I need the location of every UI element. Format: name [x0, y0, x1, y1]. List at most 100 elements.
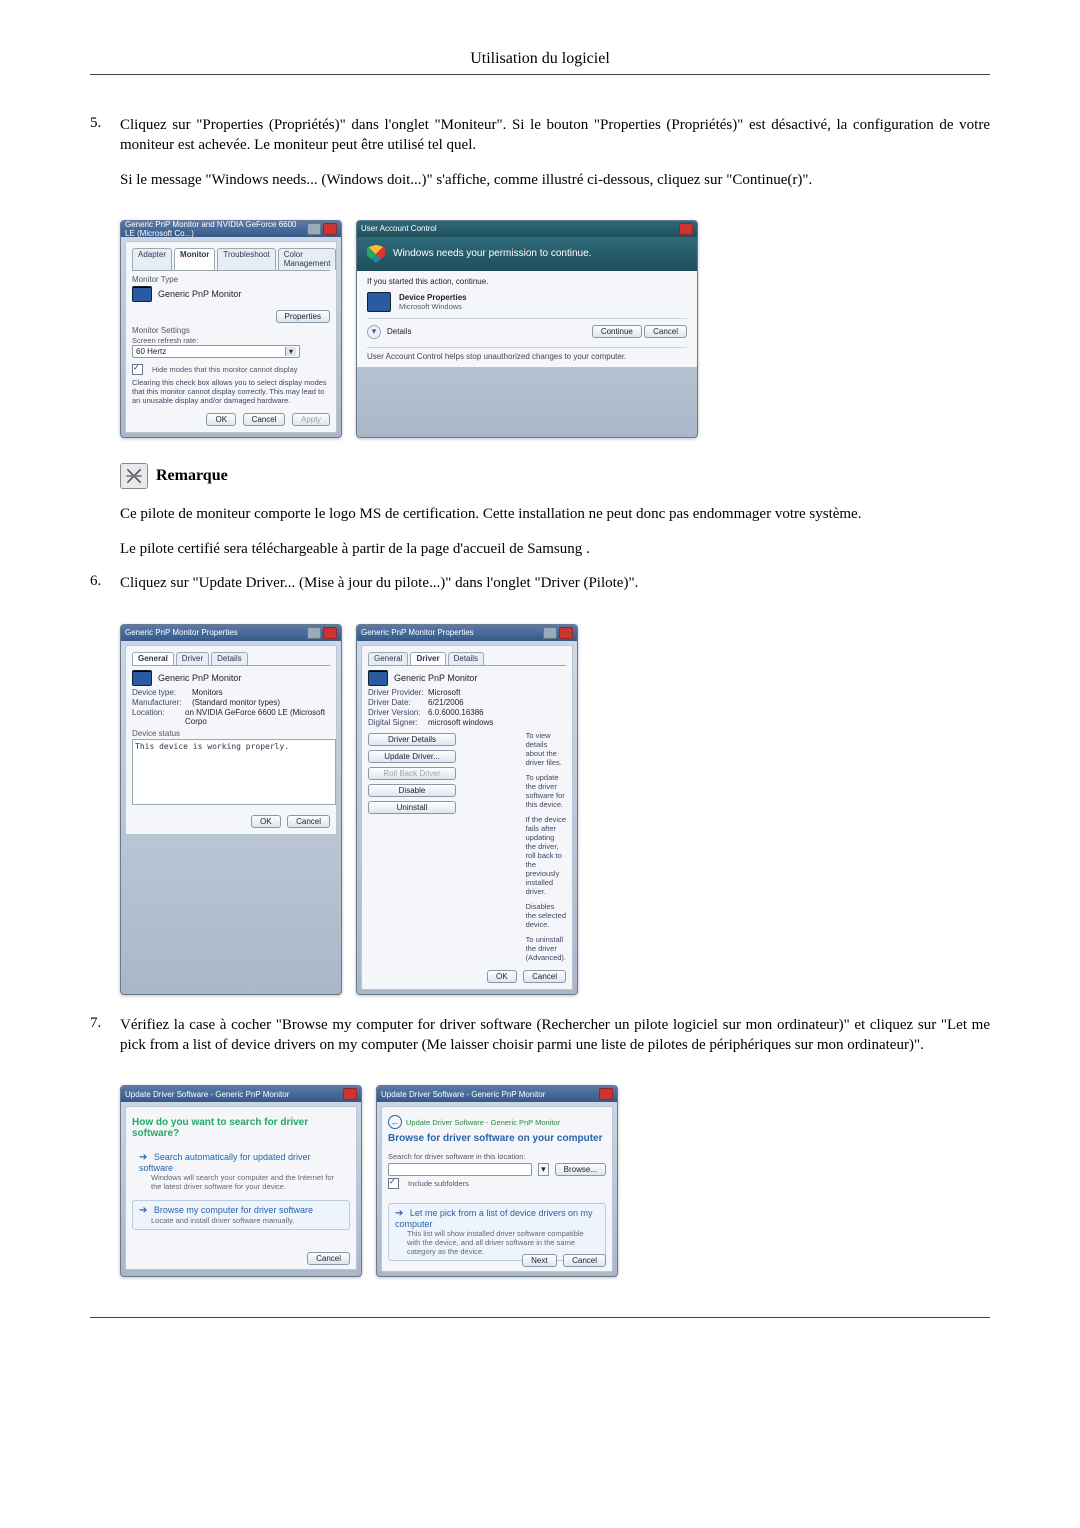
shield-icon: [367, 245, 385, 263]
version-key: Driver Version:: [368, 708, 428, 717]
footer-rule: [90, 1317, 990, 1318]
close-icon[interactable]: [679, 223, 693, 235]
minimize-icon[interactable]: [307, 223, 321, 235]
option-pick-desc: This list will show installed driver sof…: [407, 1229, 599, 1256]
uac-if-you-started: If you started this action, continue.: [367, 277, 687, 286]
uac-permission-text: Windows needs your permission to continu…: [393, 248, 591, 259]
monitor-icon: [132, 670, 152, 686]
tab-general[interactable]: General: [132, 652, 174, 665]
close-icon[interactable]: [323, 627, 337, 639]
uac-footer-note: User Account Control helps stop unauthor…: [367, 347, 687, 361]
uac-title: User Account Control: [361, 224, 437, 233]
refresh-rate-select[interactable]: 60 Hertz ▾: [132, 345, 300, 358]
tab-driver[interactable]: Driver: [410, 652, 445, 665]
chevron-down-icon: ▾: [285, 347, 296, 356]
ok-button[interactable]: OK: [487, 970, 517, 983]
update-driver-wizard-browse: Update Driver Software - Generic PnP Mon…: [376, 1085, 618, 1277]
tab-troubleshoot[interactable]: Troubleshoot: [217, 248, 275, 270]
hide-modes-label: Hide modes that this monitor cannot disp…: [152, 365, 298, 374]
help-icon[interactable]: [543, 627, 557, 639]
hide-modes-checkbox[interactable]: [132, 364, 143, 375]
window-title: Update Driver Software - Generic PnP Mon…: [381, 1090, 545, 1099]
location-input[interactable]: [388, 1163, 532, 1176]
update-driver-wizard-search: Update Driver Software - Generic PnP Mon…: [120, 1085, 362, 1277]
close-icon[interactable]: [343, 1088, 357, 1100]
option-auto-search[interactable]: ➔ Search automatically for updated drive…: [132, 1147, 350, 1196]
uninstall-button[interactable]: Uninstall: [368, 801, 456, 814]
step-number-7: 7.: [90, 1015, 120, 1070]
close-icon[interactable]: [559, 627, 573, 639]
tab-details[interactable]: Details: [448, 652, 484, 665]
driver-details-button[interactable]: Driver Details: [368, 733, 456, 746]
cancel-button[interactable]: Cancel: [243, 413, 286, 426]
monitor-settings-label: Monitor Settings: [132, 326, 330, 335]
disable-desc: Disables the selected device.: [526, 902, 566, 929]
step-number-6: 6.: [90, 573, 120, 607]
version-val: 6.0.6000.16386: [428, 708, 484, 717]
monitor-name: Generic PnP Monitor: [394, 673, 477, 683]
monitor-name: Generic PnP Monitor: [158, 673, 241, 683]
arrow-right-icon: ➔: [139, 1205, 147, 1216]
step7-para1: Vérifiez la case à cocher "Browse my com…: [120, 1015, 990, 1056]
tab-general[interactable]: General: [368, 652, 408, 665]
update-driver-button[interactable]: Update Driver...: [368, 750, 456, 763]
cancel-button[interactable]: Cancel: [563, 1254, 606, 1267]
option-let-me-pick[interactable]: ➔ Let me pick from a list of device driv…: [388, 1203, 606, 1261]
manufacturer-val: (Standard monitor types): [192, 698, 280, 707]
provider-key: Driver Provider:: [368, 688, 428, 697]
monitor-properties-window: Generic PnP Monitor and NVIDIA GeForce 6…: [120, 220, 342, 438]
tab-driver[interactable]: Driver: [176, 652, 209, 665]
signer-val: microsoft windows: [428, 718, 493, 727]
devtype-key: Device type:: [132, 688, 192, 697]
include-subfolders-checkbox[interactable]: [388, 1178, 399, 1189]
arrow-right-icon: ➔: [139, 1152, 147, 1163]
properties-button[interactable]: Properties: [276, 310, 330, 323]
page-title: Utilisation du logiciel: [90, 50, 990, 68]
driver-details-desc: To view details about the driver files.: [526, 731, 566, 767]
cancel-button[interactable]: Cancel: [287, 815, 330, 828]
tab-adapter[interactable]: Adapter: [132, 248, 172, 270]
tabs: Adapter Monitor Troubleshoot Color Manag…: [132, 248, 330, 271]
tab-color[interactable]: Color Management: [278, 248, 337, 270]
cancel-button[interactable]: Cancel: [523, 970, 566, 983]
help-icon[interactable]: [307, 627, 321, 639]
option-browse[interactable]: ➔ Browse my computer for driver software…: [132, 1200, 350, 1230]
uac-details-toggle[interactable]: Details: [387, 327, 411, 336]
rollback-driver-button[interactable]: Roll Back Driver: [368, 767, 456, 780]
monitor-icon: [132, 286, 152, 302]
window-title: Update Driver Software - Generic PnP Mon…: [125, 1090, 289, 1099]
remarque-p2: Le pilote certifié sera téléchargeable à…: [120, 539, 990, 559]
tab-monitor[interactable]: Monitor: [174, 248, 215, 270]
monitor-name: Generic PnP Monitor: [158, 289, 241, 299]
close-icon[interactable]: [323, 223, 337, 235]
tab-details[interactable]: Details: [211, 652, 247, 665]
ok-button[interactable]: OK: [251, 815, 281, 828]
monitor-icon: [367, 292, 391, 312]
wizard-breadcrumb: Update Driver Software - Generic PnP Mon…: [406, 1118, 560, 1127]
uac-item-publisher: Microsoft Windows: [399, 302, 467, 311]
next-button[interactable]: Next: [522, 1254, 556, 1267]
location-val: on NVIDIA GeForce 6600 LE (Microsoft Cor…: [185, 708, 330, 726]
note-icon: [120, 463, 148, 489]
ok-button[interactable]: OK: [206, 413, 236, 426]
uac-item-title: Device Properties: [399, 293, 467, 302]
cancel-button[interactable]: Cancel: [644, 325, 687, 338]
location-key: Location:: [132, 708, 185, 726]
disable-button[interactable]: Disable: [368, 784, 456, 797]
chevron-down-icon[interactable]: ▾: [367, 325, 381, 339]
uninstall-desc: To uninstall the driver (Advanced).: [526, 935, 566, 962]
step5-para1: Cliquez sur "Properties (Propriétés)" da…: [120, 115, 990, 156]
back-arrow-icon[interactable]: ←: [388, 1115, 402, 1129]
device-status-label: Device status: [132, 729, 330, 738]
devtype-val: Monitors: [192, 688, 223, 697]
header-rule: [90, 74, 990, 75]
option-browse-desc: Locate and install driver software manua…: [151, 1216, 343, 1225]
option-auto-desc: Windows will search your computer and th…: [151, 1173, 343, 1191]
browse-button[interactable]: Browse...: [555, 1163, 606, 1176]
apply-button[interactable]: Apply: [292, 413, 330, 426]
close-icon[interactable]: [599, 1088, 613, 1100]
monitor-icon: [368, 670, 388, 686]
continue-button[interactable]: Continue: [592, 325, 642, 338]
chevron-down-icon[interactable]: ▾: [538, 1163, 549, 1176]
cancel-button[interactable]: Cancel: [307, 1252, 350, 1265]
